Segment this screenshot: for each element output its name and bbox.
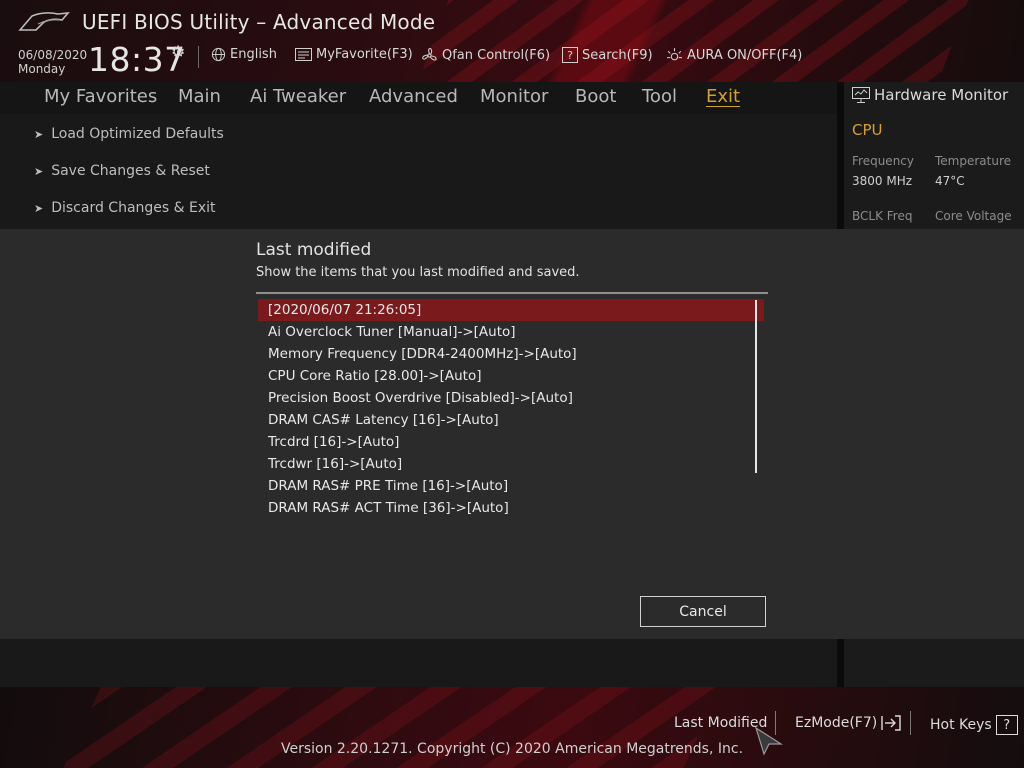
tab-main[interactable]: Main [178, 86, 221, 107]
list-item[interactable]: DRAM RAS# PRE Time [16]->[Auto] [258, 475, 766, 497]
aura-toggle-button[interactable]: AURA ON/OFF(F4) [666, 47, 802, 64]
list-item[interactable]: Precision Boost Overdrive [Disabled]->[A… [258, 387, 766, 409]
tab-ai-tweaker[interactable]: Ai Tweaker [250, 86, 346, 107]
frequency-label: Frequency [852, 154, 914, 168]
menu-item-label: Load Optimized Defaults [51, 126, 224, 142]
bottom-footer: Last Modified EzMode(F7) Hot Keys ? Vers… [0, 687, 1024, 768]
fan-icon [422, 48, 437, 61]
qfan-control-button[interactable]: Qfan Control(F6) [421, 47, 550, 64]
tab-monitor[interactable]: Monitor [480, 86, 548, 107]
list-item[interactable]: CPU Core Ratio [28.00]->[Auto] [258, 365, 766, 387]
app-title: UEFI BIOS Utility – Advanced Mode [82, 10, 436, 34]
main-tab-bar: My Favorites Main Ai Tweaker Advanced Mo… [0, 82, 837, 114]
save-changes-reset-item[interactable]: ➤ Save Changes & Reset [34, 163, 210, 179]
clock-settings-gear-icon[interactable]: ⚙ [171, 42, 185, 61]
ezmode-button[interactable]: EzMode(F7) [795, 715, 901, 731]
footer-divider [910, 711, 911, 735]
help-question-glyph: ? [1003, 717, 1011, 733]
language-button[interactable]: English [211, 47, 277, 62]
help-question-icon: ? [995, 715, 1018, 735]
tab-boot[interactable]: Boot [575, 86, 616, 107]
top-header: UEFI BIOS Utility – Advanced Mode 06/08/… [0, 0, 1024, 82]
dialog-divider [256, 292, 768, 294]
modified-items-list[interactable]: [2020/06/07 21:26:05] Ai Overclock Tuner… [258, 299, 766, 519]
discard-changes-exit-item[interactable]: ➤ Discard Changes & Exit [34, 200, 216, 216]
hardware-monitor-panel: Hardware Monitor CPU Frequency Temperatu… [844, 82, 1024, 229]
hardware-monitor-lower-area [844, 639, 1024, 687]
bclk-freq-label: BCLK Freq [852, 209, 913, 223]
cancel-button[interactable]: Cancel [640, 596, 766, 627]
temperature-value: 47°C [935, 174, 965, 188]
list-item[interactable]: Trcdwr [16]->[Auto] [258, 453, 766, 475]
list-item[interactable]: Ai Overclock Tuner [Manual]->[Auto] [258, 321, 766, 343]
list-item[interactable]: DRAM CAS# Latency [16]->[Auto] [258, 409, 766, 431]
hot-keys-label: Hot Keys [930, 717, 992, 733]
qfan-label: Qfan Control(F6) [442, 48, 551, 63]
mouse-pointer-icon [754, 726, 784, 756]
frequency-value: 3800 MHz [852, 174, 913, 188]
menu-item-label: Discard Changes & Exit [51, 200, 216, 216]
weekday-text: Monday [18, 62, 66, 76]
arrow-right-icon: ➤ [34, 127, 44, 141]
list-scrollbar[interactable] [755, 300, 757, 473]
globe-icon [211, 47, 226, 62]
aura-label: AURA ON/OFF(F4) [687, 48, 803, 63]
help-search-icon: ? [562, 47, 578, 63]
temperature-label: Temperature [935, 154, 1012, 168]
header-divider [198, 46, 199, 68]
arrow-right-icon: ➤ [34, 164, 44, 178]
menu-item-label: Save Changes & Reset [51, 163, 210, 179]
date-text: 06/08/2020 [18, 48, 88, 62]
load-optimized-defaults-item[interactable]: ➤ Load Optimized Defaults [34, 126, 224, 142]
hardware-monitor-title: Hardware Monitor [874, 86, 1009, 104]
core-voltage-label: Core Voltage [935, 209, 1012, 223]
list-item[interactable]: Memory Frequency [DDR4-2400MHz]->[Auto] [258, 343, 766, 365]
ezmode-label: EzMode(F7) [795, 715, 878, 731]
myfavorite-label: MyFavorite(F3) [316, 47, 413, 62]
tab-my-favorites[interactable]: My Favorites [44, 86, 157, 107]
monitor-icon [852, 87, 870, 103]
svg-text:?: ? [567, 49, 573, 62]
search-label: Search(F9) [582, 47, 653, 63]
language-label: English [230, 47, 277, 62]
list-item[interactable]: DRAM RAS# ACT Time [36]->[Auto] [258, 497, 766, 519]
arrow-right-icon: ➤ [34, 201, 44, 215]
list-item[interactable]: Trcdrd [16]->[Auto] [258, 431, 766, 453]
favorite-list-icon [295, 48, 312, 61]
tab-exit[interactable]: Exit [706, 86, 740, 107]
copyright-text: Version 2.20.1271. Copyright (C) 2020 Am… [280, 741, 744, 757]
exit-arrow-icon [881, 715, 901, 731]
tab-advanced[interactable]: Advanced [369, 86, 458, 107]
dialog-title: Last modified [256, 240, 372, 260]
search-button[interactable]: ? Search(F9) [562, 47, 653, 63]
date-display: 06/08/2020 Monday [18, 48, 87, 76]
hardware-monitor-header: Hardware Monitor [852, 86, 1008, 104]
exit-menu-lower-area [0, 639, 837, 687]
tab-tool[interactable]: Tool [642, 86, 677, 107]
hot-keys-button[interactable]: Hot Keys ? [930, 715, 1018, 735]
cpu-section-label: CPU [852, 121, 883, 139]
exit-menu-panel: ➤ Load Optimized Defaults ➤ Save Changes… [0, 114, 837, 229]
dialog-subtitle: Show the items that you last modified an… [256, 265, 580, 280]
modified-timestamp-row[interactable]: [2020/06/07 21:26:05] [258, 299, 764, 321]
last-modified-dialog: Last modified Show the items that you la… [0, 229, 1024, 639]
aura-light-icon [667, 48, 682, 61]
rog-logo-icon [18, 12, 70, 31]
myfavorite-button[interactable]: MyFavorite(F3) [295, 47, 413, 62]
